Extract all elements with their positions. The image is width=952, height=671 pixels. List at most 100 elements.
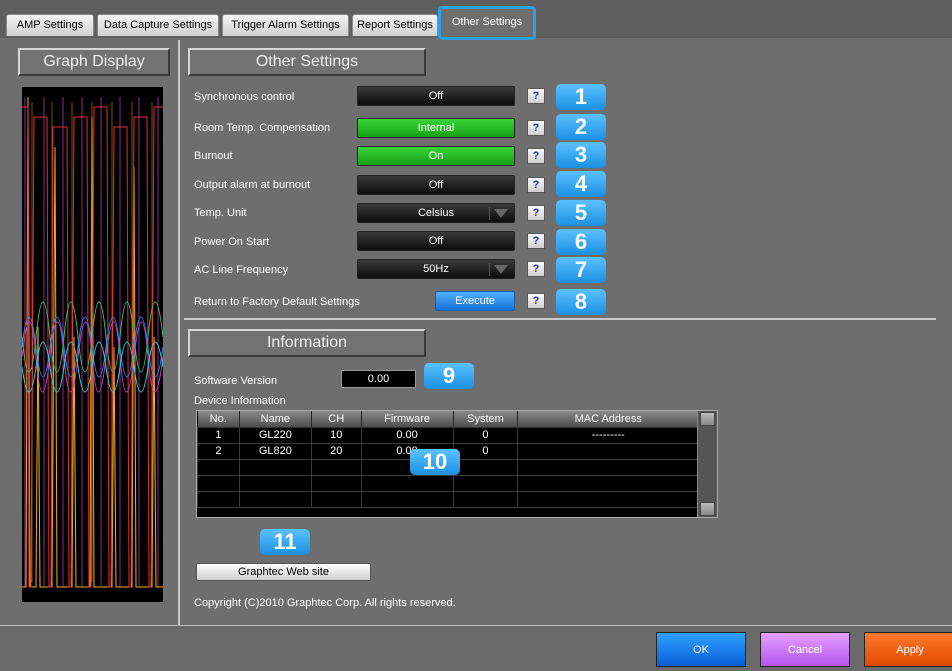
cell-system: 0 xyxy=(452,442,519,460)
room-temp-compensation-toggle[interactable]: Internal xyxy=(357,118,515,138)
power-on-start-label: Power On Start xyxy=(194,236,270,248)
column-header-no[interactable]: No. xyxy=(197,411,240,428)
tab-trigger-alarm-settings[interactable]: Trigger Alarm Settings xyxy=(222,14,349,36)
cancel-button[interactable]: Cancel xyxy=(760,632,850,667)
cell-system xyxy=(452,458,519,476)
ac-line-frequency-dropdown[interactable]: 50Hz xyxy=(357,259,515,279)
table-row[interactable] xyxy=(197,490,699,508)
tab-strip: AMP Settings Data Capture Settings Trigg… xyxy=(0,0,952,40)
callout-badge-11: 11 xyxy=(260,529,310,555)
information-title: Information xyxy=(188,329,426,357)
tab-other-settings[interactable]: Other Settings xyxy=(438,6,536,40)
cell-name xyxy=(238,458,312,476)
device-information-label: Device Information xyxy=(194,395,286,407)
cell-firmware xyxy=(360,490,454,508)
power-on-start-toggle[interactable]: Off xyxy=(357,231,515,251)
help-button-factory-default[interactable]: ? xyxy=(527,293,545,309)
burnout-label: Burnout xyxy=(194,150,233,162)
tab-data-capture-settings[interactable]: Data Capture Settings xyxy=(97,14,219,36)
scroll-down-arrow-icon[interactable] xyxy=(700,502,715,516)
cell-mac-address xyxy=(517,458,699,476)
cell-system: 0 xyxy=(452,426,519,444)
callout-badge-5: 5 xyxy=(556,200,606,226)
help-button-output-alarm[interactable]: ? xyxy=(527,177,545,193)
column-header-name[interactable]: Name xyxy=(239,411,312,428)
graph-display-title: Graph Display xyxy=(18,48,170,76)
cell-system xyxy=(452,490,519,508)
cell-mac-address xyxy=(517,474,699,492)
software-version-value: 0.00 xyxy=(341,370,416,388)
dropdown-separator xyxy=(489,263,490,276)
cell-ch xyxy=(310,458,362,476)
synchronous-control-label: Synchronous control xyxy=(194,91,295,103)
graph-display xyxy=(22,87,163,602)
burnout-toggle[interactable]: On xyxy=(357,146,515,166)
cell-firmware: 0.00 xyxy=(360,426,454,444)
software-version-label: Software Version xyxy=(194,375,278,387)
cell-no xyxy=(197,474,240,492)
output-alarm-at-burnout-toggle[interactable]: Off xyxy=(357,175,515,195)
cell-ch xyxy=(310,490,362,508)
temp-unit-value: Celsius xyxy=(417,207,455,219)
cell-no: 2 xyxy=(197,442,240,460)
callout-badge-9: 9 xyxy=(424,363,474,389)
help-button-room-temp[interactable]: ? xyxy=(527,120,545,136)
temp-unit-label: Temp. Unit xyxy=(194,207,247,219)
other-settings-title: Other Settings xyxy=(188,48,426,76)
column-header-system[interactable]: System xyxy=(453,411,519,428)
tab-amp-settings[interactable]: AMP Settings xyxy=(6,14,94,36)
callout-badge-7: 7 xyxy=(556,257,606,283)
execute-factory-default-button[interactable]: Execute xyxy=(435,291,515,311)
table-header-row: No. Name CH Firmware System MAC Address xyxy=(197,411,699,428)
ok-button[interactable]: OK xyxy=(656,632,746,667)
callout-badge-1: 1 xyxy=(556,84,606,110)
cell-mac-address: --------- xyxy=(517,426,699,444)
waveform-graph xyxy=(22,96,163,588)
help-button-temp-unit[interactable]: ? xyxy=(527,205,545,221)
table-scrollbar[interactable] xyxy=(697,411,717,517)
help-button-ac-line-frequency[interactable]: ? xyxy=(527,261,545,277)
cell-name xyxy=(238,490,312,508)
chevron-down-icon xyxy=(494,209,508,218)
help-button-burnout[interactable]: ? xyxy=(527,148,545,164)
synchronous-control-toggle[interactable]: Off xyxy=(357,86,515,106)
dropdown-separator xyxy=(489,207,490,220)
callout-badge-2: 2 xyxy=(556,114,606,140)
cell-firmware xyxy=(360,474,454,492)
table-row[interactable]: 1 GL220 10 0.00 0 --------- xyxy=(197,426,699,444)
column-header-ch[interactable]: CH xyxy=(311,411,362,428)
cell-name xyxy=(238,474,312,492)
help-button-synchronous-control[interactable]: ? xyxy=(527,88,545,104)
panel-divider xyxy=(178,40,180,625)
graphtec-website-button[interactable]: Graphtec Web site xyxy=(196,563,371,581)
column-header-mac-address[interactable]: MAC Address xyxy=(517,411,699,428)
cell-ch xyxy=(310,474,362,492)
factory-default-label: Return to Factory Default Settings xyxy=(194,296,360,308)
ac-line-frequency-value: 50Hz xyxy=(423,263,449,275)
cell-mac-address xyxy=(517,490,699,508)
cell-ch: 20 xyxy=(310,442,362,460)
cell-name: GL820 xyxy=(238,442,312,460)
callout-badge-4: 4 xyxy=(556,171,606,197)
scroll-up-arrow-icon[interactable] xyxy=(700,412,715,426)
cell-name: GL220 xyxy=(238,426,312,444)
cell-ch: 10 xyxy=(310,426,362,444)
copyright-text: Copyright (C)2010 Graphtec Corp. All rig… xyxy=(194,597,456,609)
callout-badge-10: 10 xyxy=(410,449,460,475)
cell-no xyxy=(197,490,240,508)
cell-no: 1 xyxy=(197,426,240,444)
temp-unit-dropdown[interactable]: Celsius xyxy=(357,203,515,223)
table-row[interactable] xyxy=(197,474,699,492)
tab-report-settings[interactable]: Report Settings xyxy=(352,14,438,36)
help-button-power-on-start[interactable]: ? xyxy=(527,233,545,249)
callout-badge-8: 8 xyxy=(556,289,606,315)
cell-no xyxy=(197,458,240,476)
callout-badge-6: 6 xyxy=(556,229,606,255)
callout-badge-3: 3 xyxy=(556,142,606,168)
apply-button[interactable]: Apply xyxy=(864,632,952,667)
ac-line-frequency-label: AC Line Frequency xyxy=(194,264,289,276)
column-header-firmware[interactable]: Firmware xyxy=(361,411,454,428)
room-temp-compensation-label: Room Temp. Compensation xyxy=(194,122,331,134)
section-divider xyxy=(184,318,936,320)
output-alarm-at-burnout-label: Output alarm at burnout xyxy=(194,179,311,191)
